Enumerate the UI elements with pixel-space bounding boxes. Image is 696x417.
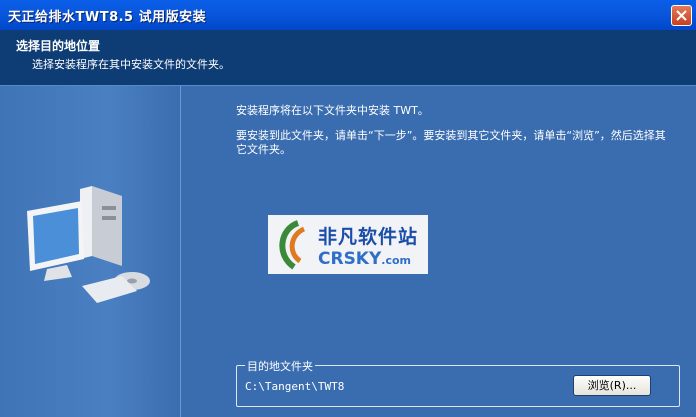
destination-folder-group: 目的地文件夹 C:\Tangent\TWT8 浏览(R)... (236, 358, 680, 407)
install-location-text: 安装程序将在以下文件夹中安装 TWT。 (236, 104, 429, 117)
content-area: 安装程序将在以下文件夹中安装 TWT。 要安装到此文件夹，请单击“下一步”。要安… (0, 86, 696, 417)
browse-button[interactable]: 浏览(R)... (573, 375, 651, 396)
watermark-cn-text: 非凡软件站 (318, 226, 419, 248)
watermark-en-text: CRSKY.com (318, 249, 412, 269)
page-subtitle: 选择安装程序在其中安装文件的文件夹。 (32, 58, 230, 71)
side-graphic-panel (0, 86, 181, 417)
swirl-logo-icon (279, 220, 306, 270)
watermark-logo: 非凡软件站 CRSKY.com (268, 215, 428, 274)
page-title: 选择目的地位置 (16, 39, 101, 53)
computer-icon (27, 186, 150, 303)
instruction-text: 要安装到此文件夹，请单击“下一步”。要安装到其它文件夹，请单击“浏览”，然后选择… (236, 129, 666, 156)
destination-path: C:\Tangent\TWT8 (245, 380, 345, 393)
close-button[interactable] (671, 5, 692, 26)
window-title: 天正给排水TWT8.5 试用版安装 (8, 10, 207, 25)
destination-folder-label: 目的地文件夹 (245, 358, 315, 374)
close-icon (676, 10, 687, 21)
header-panel: 选择目的地位置 选择安装程序在其中安装文件的文件夹。 (0, 30, 696, 86)
installer-window: 天正给排水TWT8.5 试用版安装 选择目的地位置 选择安装程序在其中安装文件的… (0, 0, 696, 417)
title-bar[interactable]: 天正给排水TWT8.5 试用版安装 (0, 0, 696, 31)
